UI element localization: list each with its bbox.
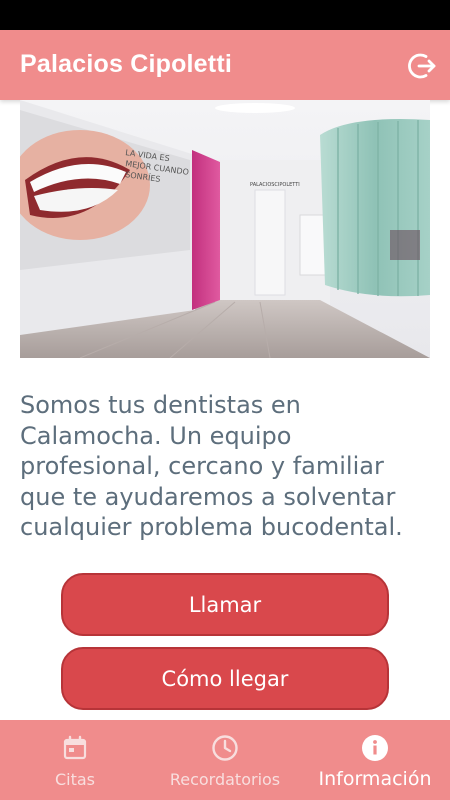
- bottom-nav: Citas Recordatorios Información: [0, 720, 450, 800]
- call-button[interactable]: Llamar: [61, 573, 389, 636]
- nav-item-citas[interactable]: Citas: [0, 720, 150, 800]
- status-bar: [0, 0, 450, 30]
- clinic-description: Somos tus dentistas en Calamocha. Un equ…: [20, 391, 403, 541]
- svg-text:PALACIOSCIPOLETTI: PALACIOSCIPOLETTI: [250, 182, 300, 188]
- directions-button[interactable]: Cómo llegar: [61, 647, 389, 710]
- nav-item-recordatorios[interactable]: Recordatorios: [150, 720, 300, 800]
- app-title: Palacios Cipoletti: [20, 50, 232, 78]
- clinic-hero-image: LA VIDA ES MEJOR CUANDO SONRÍES PALACIOS…: [20, 100, 430, 358]
- logout-icon: [408, 53, 436, 79]
- nav-item-informacion[interactable]: Información: [300, 720, 450, 800]
- nav-label-recordatorios: Recordatorios: [169, 770, 281, 789]
- logout-button[interactable]: [406, 50, 438, 82]
- main-content: LA VIDA ES MEJOR CUANDO SONRÍES PALACIOS…: [0, 100, 450, 720]
- info-icon: [361, 734, 389, 762]
- app-bar: Palacios Cipoletti: [0, 30, 450, 100]
- clock-icon: [211, 734, 239, 762]
- calendar-icon: [61, 734, 89, 762]
- nav-label-informacion: Información: [318, 768, 432, 790]
- nav-label-citas: Citas: [54, 770, 96, 789]
